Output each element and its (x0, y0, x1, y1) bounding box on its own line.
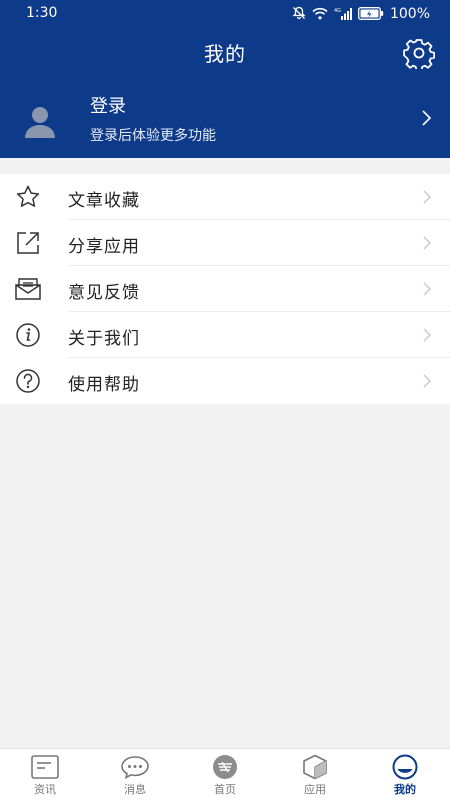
battery-icon (358, 5, 384, 24)
info-icon (14, 322, 42, 348)
tab-profile[interactable]: 我的 (360, 749, 450, 800)
avatar (24, 104, 56, 138)
tab-label: 首页 (214, 783, 236, 796)
battery-percent: 100% (389, 6, 430, 22)
login-subtitle: 登录后体验更多功能 (90, 128, 216, 144)
settings-button[interactable] (402, 36, 436, 70)
star-icon (14, 184, 42, 210)
wifi-icon (312, 5, 328, 24)
menu-item-label: 关于我们 (68, 329, 140, 349)
chevron-right-icon (423, 374, 431, 388)
share-icon (14, 230, 42, 256)
home-icon (210, 754, 240, 780)
status-bar: 1:30 4G 100% (0, 0, 450, 28)
tab-home[interactable]: 首页 (180, 749, 270, 800)
status-icons: 4G 100% (292, 5, 430, 23)
help-icon (14, 368, 42, 394)
tab-label: 我的 (394, 783, 416, 796)
mute-icon (292, 5, 306, 24)
menu-item-label: 文章收藏 (68, 191, 140, 211)
profile-icon (390, 754, 420, 780)
tab-label: 消息 (124, 783, 146, 796)
header: 1:30 4G 100% 我的 登录 登录后体验更多功能 (0, 0, 450, 158)
message-icon (120, 754, 150, 780)
tab-label: 资讯 (34, 783, 56, 796)
chevron-right-icon (423, 236, 431, 250)
status-time: 1:30 (26, 5, 58, 21)
menu-item-favorites[interactable]: 文章收藏 (0, 174, 450, 220)
menu-item-label: 意见反馈 (68, 283, 140, 303)
menu-item-label: 使用帮助 (68, 375, 140, 395)
menu-item-share[interactable]: 分享应用 (0, 220, 450, 266)
bottom-tab-bar: 资讯 消息 首页 应用 我的 (0, 748, 450, 800)
default-avatar-icon (25, 107, 55, 138)
login-card[interactable]: 登录 登录后体验更多功能 (0, 82, 450, 158)
menu-item-about[interactable]: 关于我们 (0, 312, 450, 358)
chevron-right-icon (423, 328, 431, 342)
tab-news[interactable]: 资讯 (0, 749, 90, 800)
svg-text:4G: 4G (334, 8, 341, 14)
signal-icon: 4G (334, 5, 352, 24)
page-title: 我的 (204, 42, 246, 66)
news-icon (30, 754, 60, 780)
chevron-right-icon (423, 282, 431, 296)
chevron-right-icon (423, 190, 431, 204)
login-title[interactable]: 登录 (90, 92, 126, 118)
chevron-right-icon (422, 110, 432, 126)
title-bar: 我的 (0, 30, 450, 74)
tab-messages[interactable]: 消息 (90, 749, 180, 800)
tab-label: 应用 (304, 783, 326, 796)
tab-apps[interactable]: 应用 (270, 749, 360, 800)
menu-item-label: 分享应用 (68, 237, 140, 257)
apps-icon (300, 754, 330, 780)
menu-item-feedback[interactable]: 意见反馈 (0, 266, 450, 312)
gear-icon (403, 39, 435, 69)
mail-icon (14, 276, 42, 302)
menu-list: 文章收藏 分享应用 意见反馈 关于我们 使用帮助 (0, 174, 450, 404)
menu-item-help[interactable]: 使用帮助 (0, 358, 450, 404)
